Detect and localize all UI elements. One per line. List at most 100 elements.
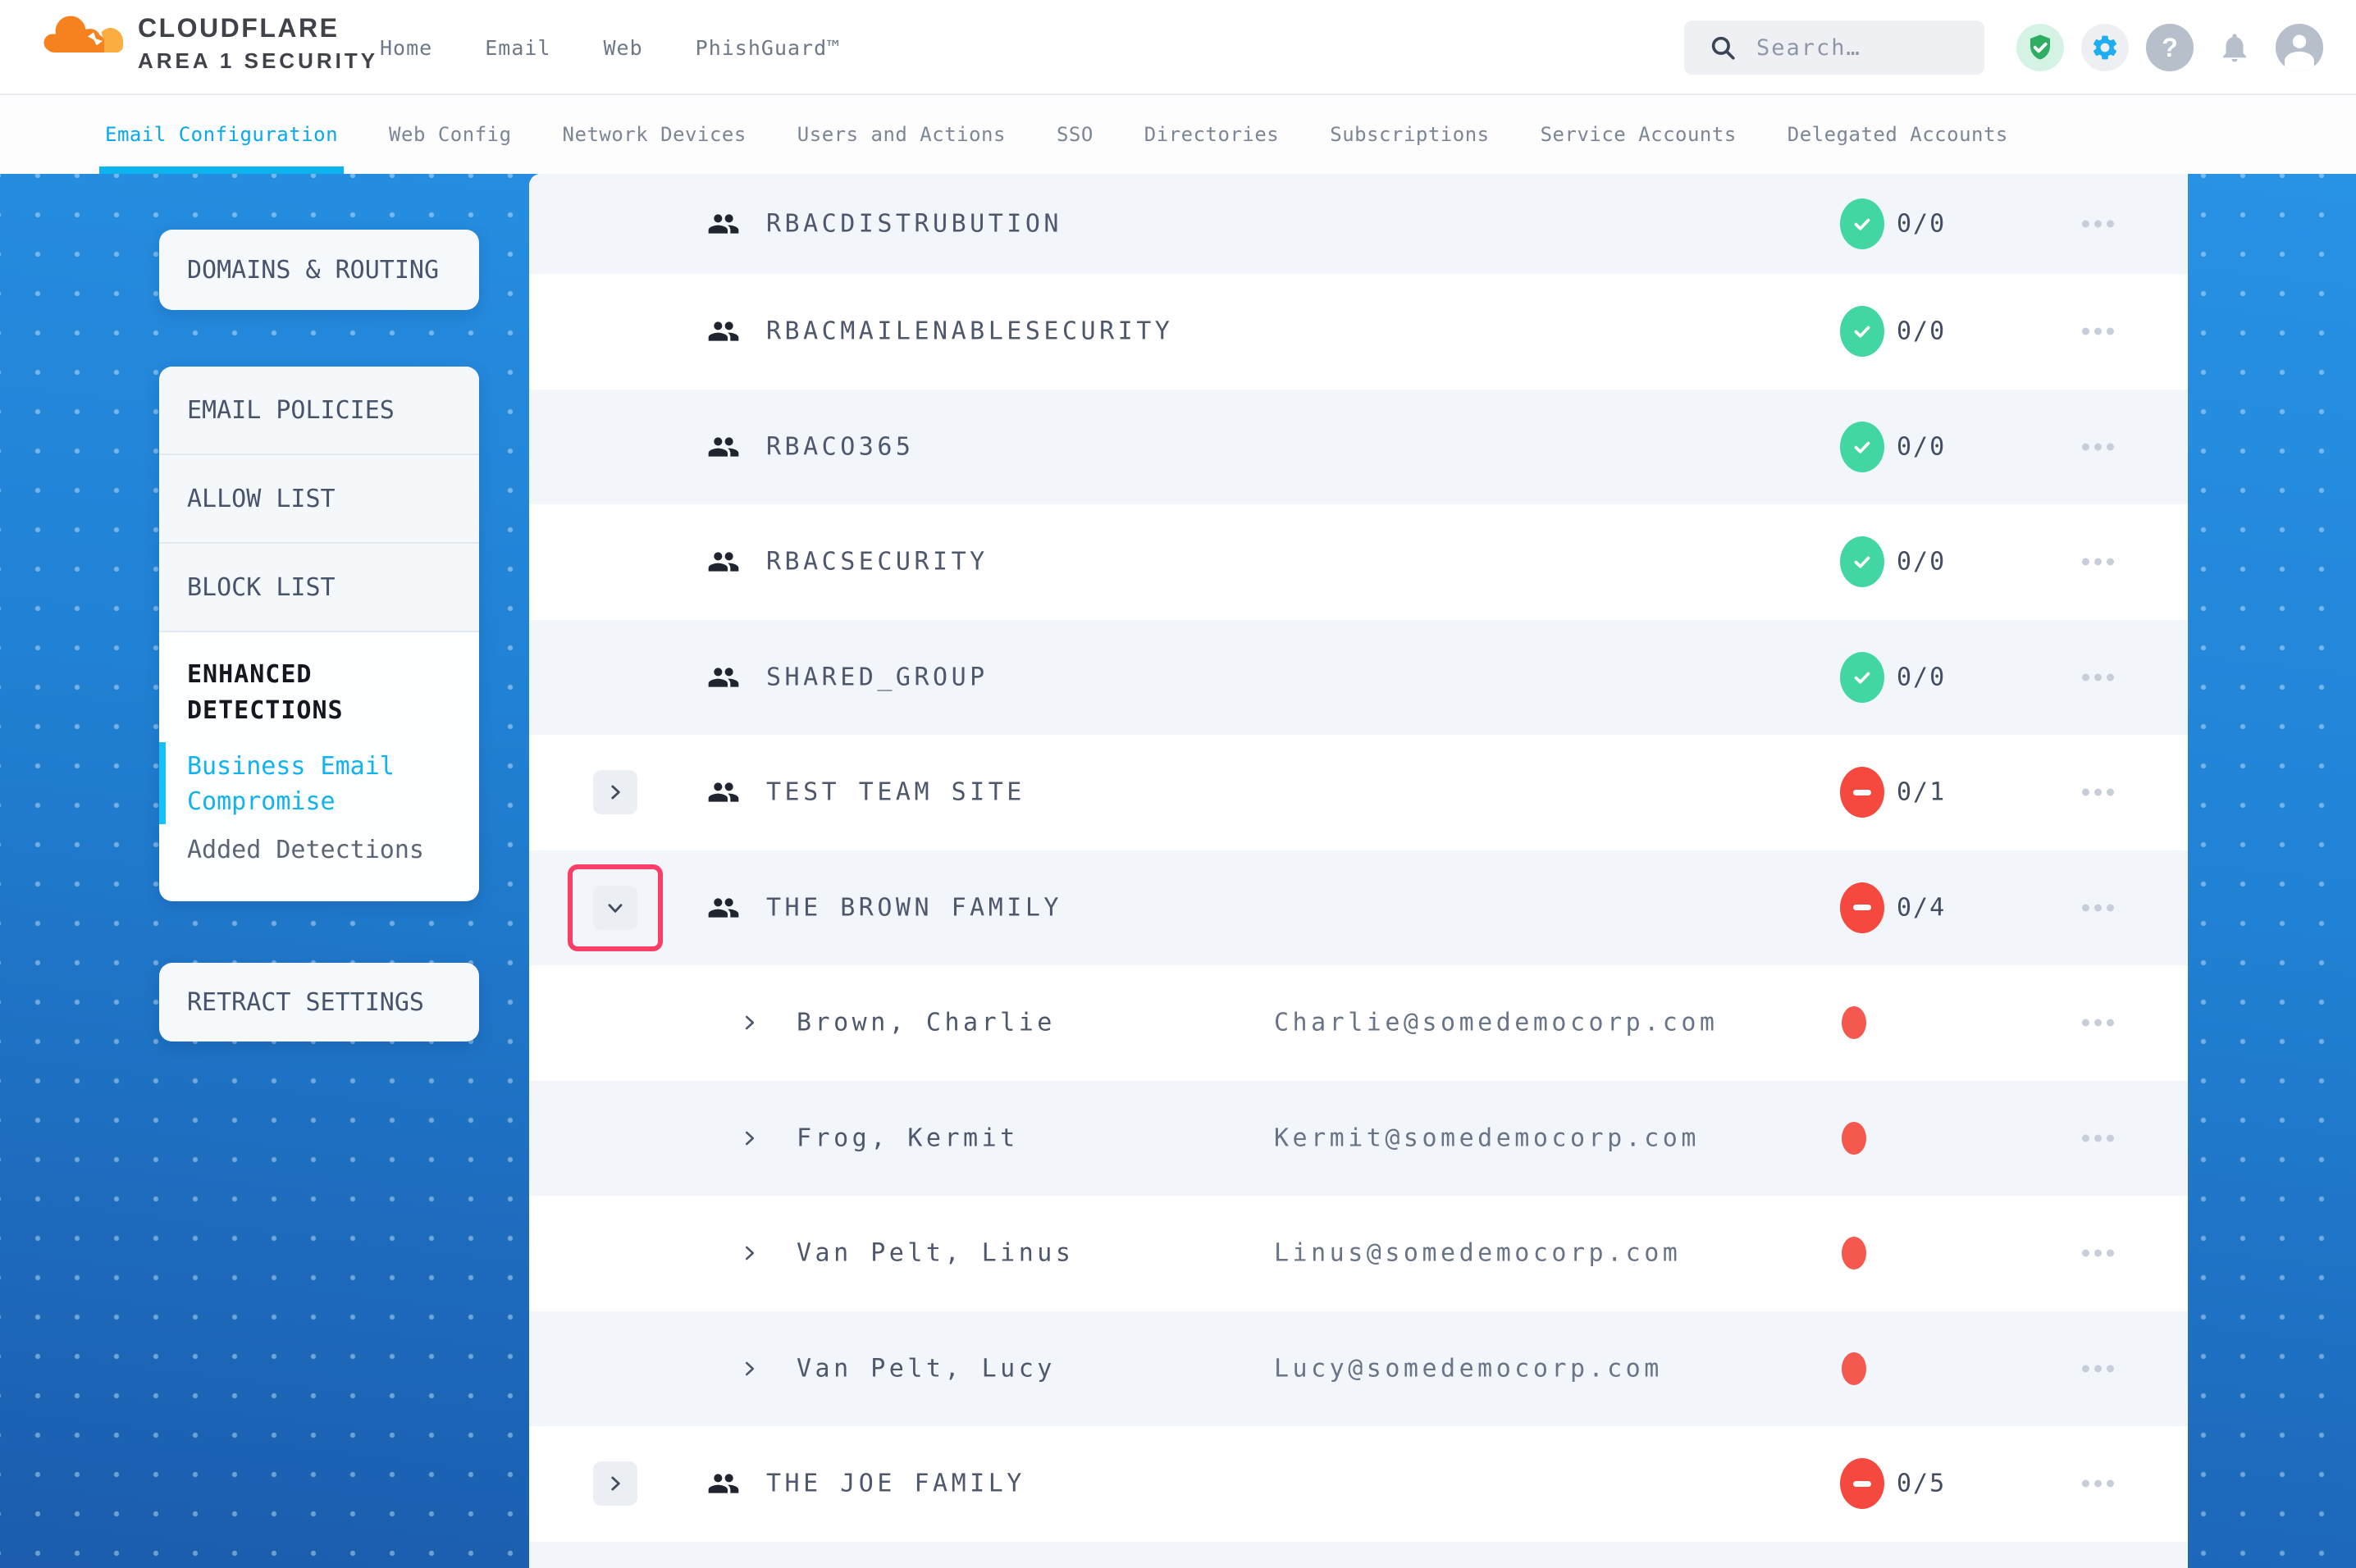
nav-item-phishguard[interactable]: PhishGuard™	[696, 36, 841, 60]
status-red-dot	[1842, 1006, 1866, 1039]
group-people-icon	[707, 431, 740, 463]
member-email: Kermit@somedemocorp.com	[1274, 1124, 1700, 1152]
status-pass-badge	[1840, 422, 1884, 472]
sidebar-item-added-detections[interactable]: Added Detections	[187, 836, 454, 864]
group-people-icon	[707, 315, 740, 348]
help-glyph: ?	[2162, 33, 2178, 63]
table-row-group: TEST TEAM SITE 0/1	[529, 735, 2188, 850]
status-pass-badge	[1840, 536, 1884, 587]
chevron-right-icon[interactable]	[739, 1358, 760, 1379]
group-name: RBACO365	[766, 432, 915, 461]
header-nav: Home Email Web PhishGuard™	[380, 0, 840, 95]
member-email: Charlie@somedemocorp.com	[1274, 1009, 1718, 1037]
enhanced-detections-section: ENHANCED DETECTIONS Business Email Compr…	[159, 632, 479, 864]
expand-group-button[interactable]	[593, 770, 637, 814]
member-count: 0/1	[1897, 778, 1946, 807]
row-menu-button[interactable]	[2080, 667, 2116, 687]
group-name: RBACDISTRUBUTION	[766, 210, 1062, 239]
table-row-group: RBACMAILENABLESECURITY 0/0	[529, 274, 2188, 390]
app-window: CLOUDFLARE AREA 1 SECURITY Home Email We…	[0, 0, 2356, 1568]
top-header: CLOUDFLARE AREA 1 SECURITY Home Email We…	[0, 0, 2356, 95]
row-menu-button[interactable]	[2080, 436, 2116, 457]
row-menu-button[interactable]	[2080, 897, 2116, 918]
brand-name: CLOUDFLARE	[138, 13, 378, 43]
member-count: 0/0	[1897, 663, 1946, 691]
member-name: Brown, Charlie	[797, 1009, 1056, 1037]
minus-icon	[1853, 905, 1871, 910]
collapse-group-button[interactable]	[593, 886, 637, 930]
sidebar-item-allow-list[interactable]: ALLOW LIST	[159, 455, 479, 544]
notifications-bell-icon[interactable]	[2211, 24, 2258, 71]
sidebar-item-block-list[interactable]: BLOCK LIST	[159, 544, 479, 632]
workspace-background: DOMAINS & ROUTING EMAIL POLICIES ALLOW L…	[0, 174, 2356, 1568]
chevron-right-icon[interactable]	[739, 1128, 760, 1149]
sidebar-item-email-policies[interactable]: EMAIL POLICIES	[159, 367, 479, 455]
group-name: THE BROWN FAMILY	[766, 893, 1062, 922]
tab-sso[interactable]: SSO	[1057, 95, 1094, 174]
brand-text: CLOUDFLARE AREA 1 SECURITY	[138, 8, 378, 74]
tab-users-and-actions[interactable]: Users and Actions	[797, 95, 1006, 174]
directory-groups-table: RBACDISTRUBUTION 0/0 RBACMAILENABLESECUR…	[529, 174, 2188, 1568]
nav-item-home[interactable]: Home	[380, 36, 432, 60]
sidebar-label: BLOCK LIST	[187, 573, 336, 602]
member-count: 0/0	[1897, 548, 1946, 577]
row-menu-button[interactable]	[2080, 214, 2116, 235]
account-avatar-icon[interactable]	[2276, 24, 2323, 71]
group-people-icon	[707, 891, 740, 924]
group-people-icon	[707, 207, 740, 240]
row-menu-button[interactable]	[2080, 321, 2116, 342]
sidebar-item-domains-routing[interactable]: DOMAINS & ROUTING	[159, 230, 479, 310]
sidebar-item-retract-settings[interactable]: RETRACT SETTINGS	[159, 963, 479, 1042]
status-red-dot	[1842, 1122, 1866, 1155]
group-name: RBACMAILENABLESECURITY	[766, 317, 1173, 346]
search-input[interactable]	[1755, 34, 1971, 62]
group-name: THE JOE FAMILY	[766, 1470, 1025, 1498]
protection-shield-icon[interactable]	[2016, 24, 2064, 71]
sidebar-item-enhanced-detections[interactable]: ENHANCED DETECTIONS	[187, 657, 433, 729]
tab-email-configuration[interactable]: Email Configuration	[105, 95, 338, 174]
brand-subtitle: AREA 1 SECURITY	[138, 48, 378, 74]
chevron-right-icon	[605, 1473, 626, 1494]
settings-gear-icon[interactable]	[2081, 24, 2129, 71]
sidebar-label: RETRACT SETTINGS	[187, 988, 424, 1017]
expand-group-button[interactable]	[593, 1461, 637, 1506]
help-icon[interactable]: ?	[2146, 24, 2194, 71]
member-count: 0/0	[1897, 317, 1946, 346]
table-row-group: THE JOE FAMILY 0/5	[529, 1426, 2188, 1542]
table-row-member: Van Pelt, Linus Linus@somedemocorp.com	[529, 1196, 2188, 1311]
cloudflare-brand[interactable]: CLOUDFLARE AREA 1 SECURITY	[39, 8, 378, 74]
tab-network-devices[interactable]: Network Devices	[563, 95, 747, 174]
tab-subscriptions[interactable]: Subscriptions	[1330, 95, 1489, 174]
member-count: 0/4	[1897, 893, 1946, 922]
tab-delegated-accounts[interactable]: Delegated Accounts	[1788, 95, 2008, 174]
status-red-dot	[1842, 1352, 1866, 1385]
row-menu-button[interactable]	[2080, 1128, 2116, 1148]
row-menu-button[interactable]	[2080, 1243, 2116, 1264]
row-menu-button[interactable]	[2080, 1358, 2116, 1379]
search-box[interactable]	[1684, 21, 1984, 75]
chevron-down-icon	[605, 897, 626, 918]
row-menu-button[interactable]	[2080, 1013, 2116, 1033]
sidebar-item-business-email-compromise[interactable]: Business Email Compromise	[187, 749, 433, 819]
member-name: Van Pelt, Linus	[797, 1239, 1074, 1268]
row-menu-button[interactable]	[2080, 552, 2116, 572]
status-pass-badge	[1840, 198, 1884, 249]
group-people-icon	[707, 661, 740, 694]
header-utility-icons: ?	[2016, 24, 2323, 71]
nav-item-email[interactable]: Email	[485, 36, 550, 60]
member-count: 0/0	[1897, 210, 1946, 239]
row-menu-button[interactable]	[2080, 782, 2116, 803]
sidebar-label: DOMAINS & ROUTING	[187, 256, 439, 285]
member-name: Van Pelt, Lucy	[797, 1354, 1056, 1383]
row-menu-button[interactable]	[2080, 1474, 2116, 1494]
tab-service-accounts[interactable]: Service Accounts	[1541, 95, 1737, 174]
group-people-icon	[707, 545, 740, 578]
tab-directories[interactable]: Directories	[1144, 95, 1279, 174]
table-row-partial	[529, 1542, 2188, 1568]
tab-web-config[interactable]: Web Config	[389, 95, 512, 174]
chevron-right-icon[interactable]	[739, 1242, 760, 1264]
status-pass-badge	[1840, 652, 1884, 703]
table-row-group: SHARED_GROUP 0/0	[529, 620, 2188, 736]
chevron-right-icon[interactable]	[739, 1012, 760, 1033]
nav-item-web[interactable]: Web	[603, 36, 642, 60]
